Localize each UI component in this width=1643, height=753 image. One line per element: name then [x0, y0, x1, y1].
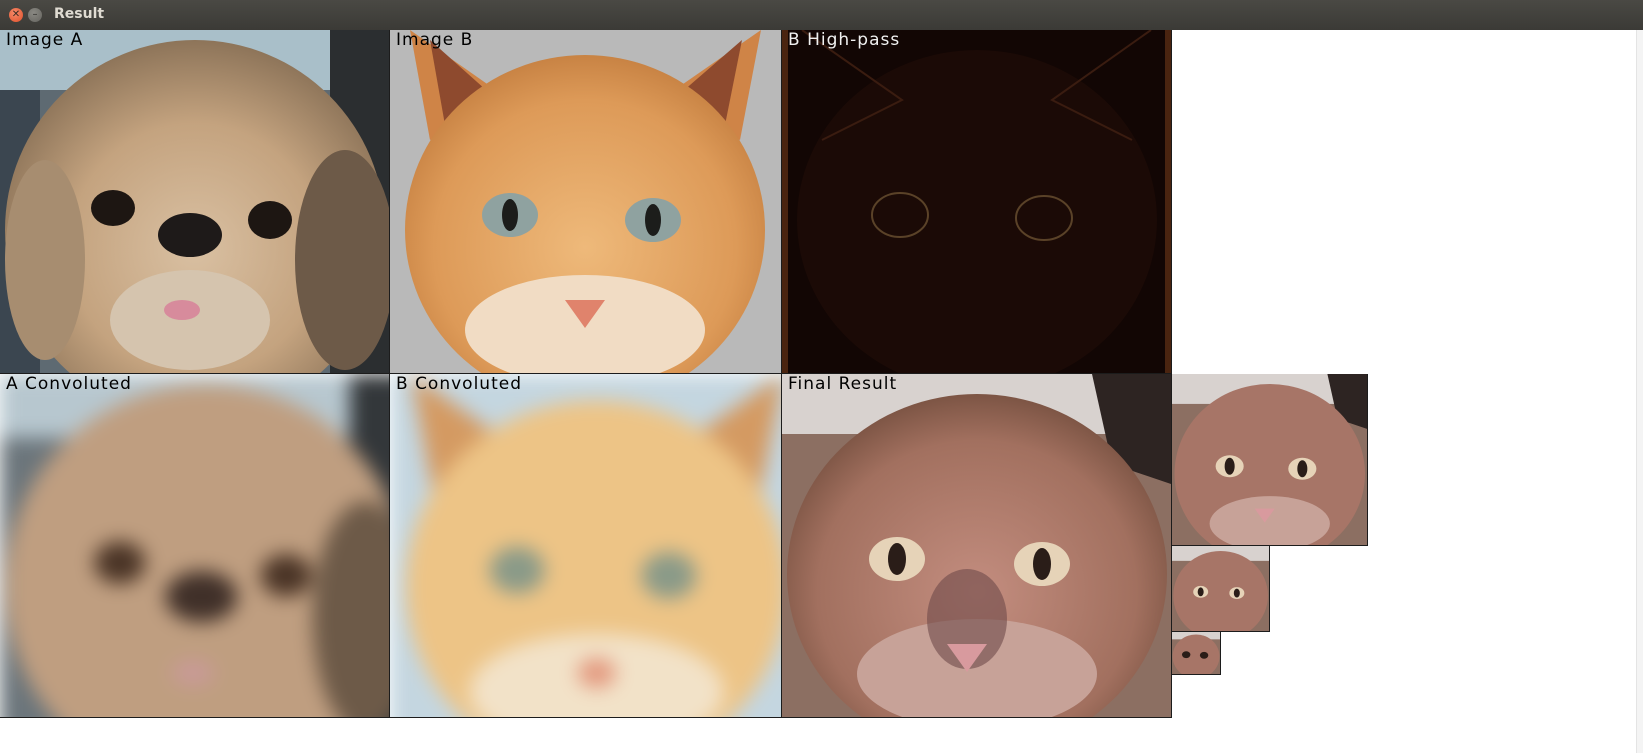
panel-label: A Convoluted	[6, 374, 132, 394]
hybrid-thumb-image	[1172, 632, 1220, 674]
panel-image-a: Image A	[0, 30, 390, 374]
panel-a-convoluted: A Convoluted	[0, 374, 390, 718]
panel-label: Image A	[6, 30, 84, 50]
panel-label: B High-pass	[788, 30, 901, 50]
dog-image	[0, 30, 389, 373]
minimize-icon[interactable]: –	[28, 8, 42, 22]
window-right-edge	[1636, 30, 1643, 753]
hybrid-thumb-image	[1172, 546, 1269, 631]
pyramid-level-2	[1172, 546, 1270, 632]
panel-b-highpass: B High-pass	[782, 30, 1172, 374]
pyramid-level-1	[1172, 374, 1368, 546]
cat-image	[390, 30, 781, 373]
panel-label: Final Result	[788, 374, 898, 394]
cat-blurred-image	[390, 374, 781, 717]
panel-label: B Convoluted	[396, 374, 522, 394]
close-icon[interactable]: ✕	[9, 8, 23, 22]
dog-blurred-image	[0, 374, 389, 717]
hybrid-image	[782, 374, 1171, 717]
panel-b-convoluted: B Convoluted	[390, 374, 782, 718]
panel-label: Image B	[396, 30, 474, 50]
panel-final-result: Final Result	[782, 374, 1172, 718]
window-titlebar: ✕ – Result	[0, 0, 1643, 31]
pyramid-level-3	[1172, 632, 1221, 675]
result-canvas: Image A Image B B High-pass A Convoluted…	[0, 30, 1643, 753]
window-title: Result	[54, 6, 105, 22]
panel-image-b: Image B	[390, 30, 782, 374]
highpass-image	[782, 30, 1171, 373]
hybrid-thumb-image	[1172, 374, 1367, 545]
